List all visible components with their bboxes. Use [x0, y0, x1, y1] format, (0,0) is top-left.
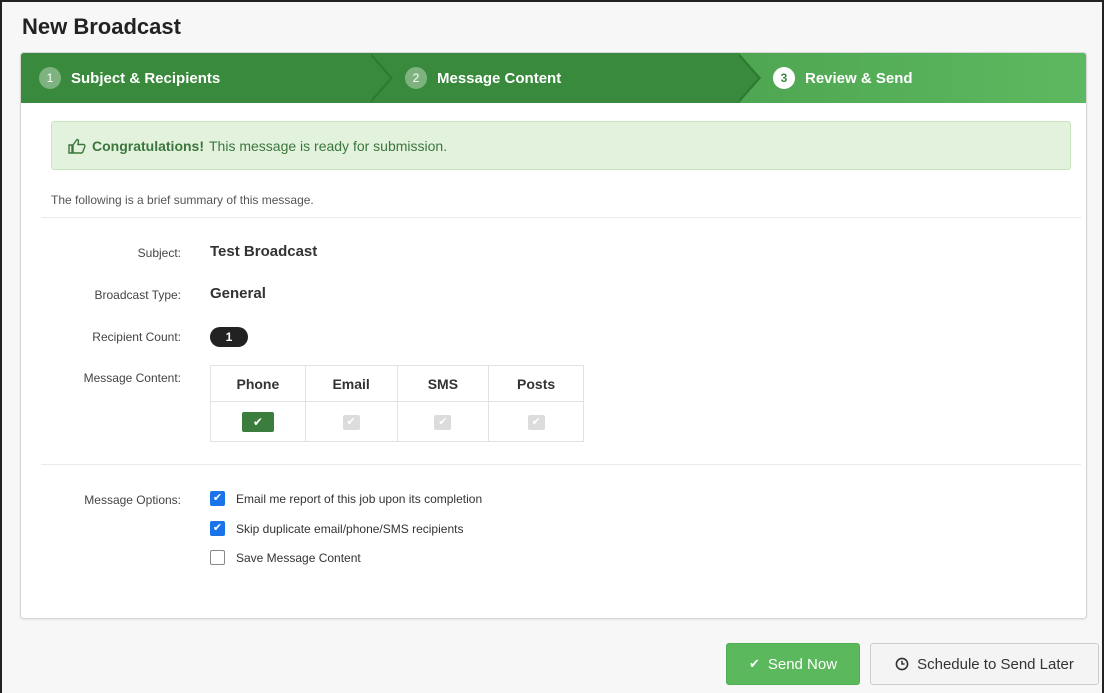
summary-intro: The following is a brief summary of this… — [51, 193, 314, 207]
step-label: Review & Send — [805, 69, 913, 87]
channel-cell-phone: ✔ — [210, 401, 306, 442]
wizard-arrow-2 — [736, 53, 758, 103]
message-content-label: Message Content: — [83, 371, 181, 385]
subject-value: Test Broadcast — [210, 243, 318, 260]
schedule-later-button[interactable]: Schedule to Send Later — [870, 643, 1099, 685]
checkbox-email-report[interactable]: ✔ — [210, 491, 225, 506]
wizard-steps: 1 Subject & Recipients 2 Message Content… — [21, 53, 1086, 103]
step-number: 1 — [39, 67, 61, 89]
option-label: Skip duplicate email/phone/SMS recipient… — [236, 521, 464, 536]
broadcast-panel: 1 Subject & Recipients 2 Message Content… — [20, 52, 1087, 619]
step-review-send[interactable]: 3 Review & Send — [773, 53, 913, 103]
recipient-count-badge: 1 — [210, 327, 248, 347]
checkmark-icon: ✔ — [342, 414, 360, 430]
wizard-arrow-1 — [368, 53, 390, 103]
checkbox-save-content[interactable] — [210, 550, 225, 565]
option-save-content[interactable]: Save Message Content — [210, 550, 361, 565]
send-now-button[interactable]: ✔ Send Now — [726, 643, 860, 685]
checkmark-icon: ✔ — [241, 411, 274, 432]
recipient-count-label: Recipient Count: — [92, 330, 181, 344]
option-skip-duplicates[interactable]: ✔ Skip duplicate email/phone/SMS recipie… — [210, 521, 463, 536]
message-content-table: Phone Email SMS Posts ✔ ✔ ✔ ✔ — [210, 365, 584, 442]
channel-header-posts: Posts — [488, 365, 584, 402]
checkmark-icon: ✔ — [748, 656, 760, 671]
alert-text: This message is ready for submission. — [209, 137, 448, 154]
checkmark-icon: ✔ — [527, 414, 545, 430]
step-message-content[interactable]: 2 Message Content — [405, 53, 561, 103]
channel-header-sms: SMS — [396, 365, 490, 402]
channel-cell-sms: ✔ — [396, 401, 490, 442]
page-title: New Broadcast — [22, 14, 181, 39]
option-label: Email me report of this job upon its com… — [236, 491, 483, 506]
broadcast-type-label: Broadcast Type: — [94, 288, 182, 302]
step-subject-recipients[interactable]: 1 Subject & Recipients — [39, 53, 220, 103]
subject-label: Subject: — [137, 246, 181, 260]
channel-header-phone: Phone — [210, 365, 306, 402]
option-label: Save Message Content — [236, 550, 361, 565]
divider — [41, 464, 1081, 465]
clock-icon — [895, 657, 909, 671]
thumbs-up-icon — [68, 138, 86, 154]
step-label: Subject & Recipients — [71, 69, 221, 87]
broadcast-type-value: General — [210, 285, 266, 302]
checkbox-skip-duplicates[interactable]: ✔ — [210, 521, 225, 536]
channel-cell-posts: ✔ — [488, 401, 584, 442]
send-now-label: Send Now — [767, 655, 838, 673]
schedule-later-label: Schedule to Send Later — [917, 655, 1074, 673]
step-label: Message Content — [437, 69, 562, 87]
success-alert: Congratulations! This message is ready f… — [51, 121, 1071, 170]
divider — [41, 217, 1081, 218]
message-options-label: Message Options: — [84, 493, 181, 507]
channel-cell-email: ✔ — [304, 401, 398, 442]
channel-header-email: Email — [304, 365, 398, 402]
alert-strong: Congratulations! — [92, 137, 204, 154]
checkmark-icon: ✔ — [434, 414, 452, 430]
step-number: 2 — [405, 67, 427, 89]
step-number: 3 — [773, 67, 795, 89]
option-email-report[interactable]: ✔ Email me report of this job upon its c… — [210, 491, 482, 506]
